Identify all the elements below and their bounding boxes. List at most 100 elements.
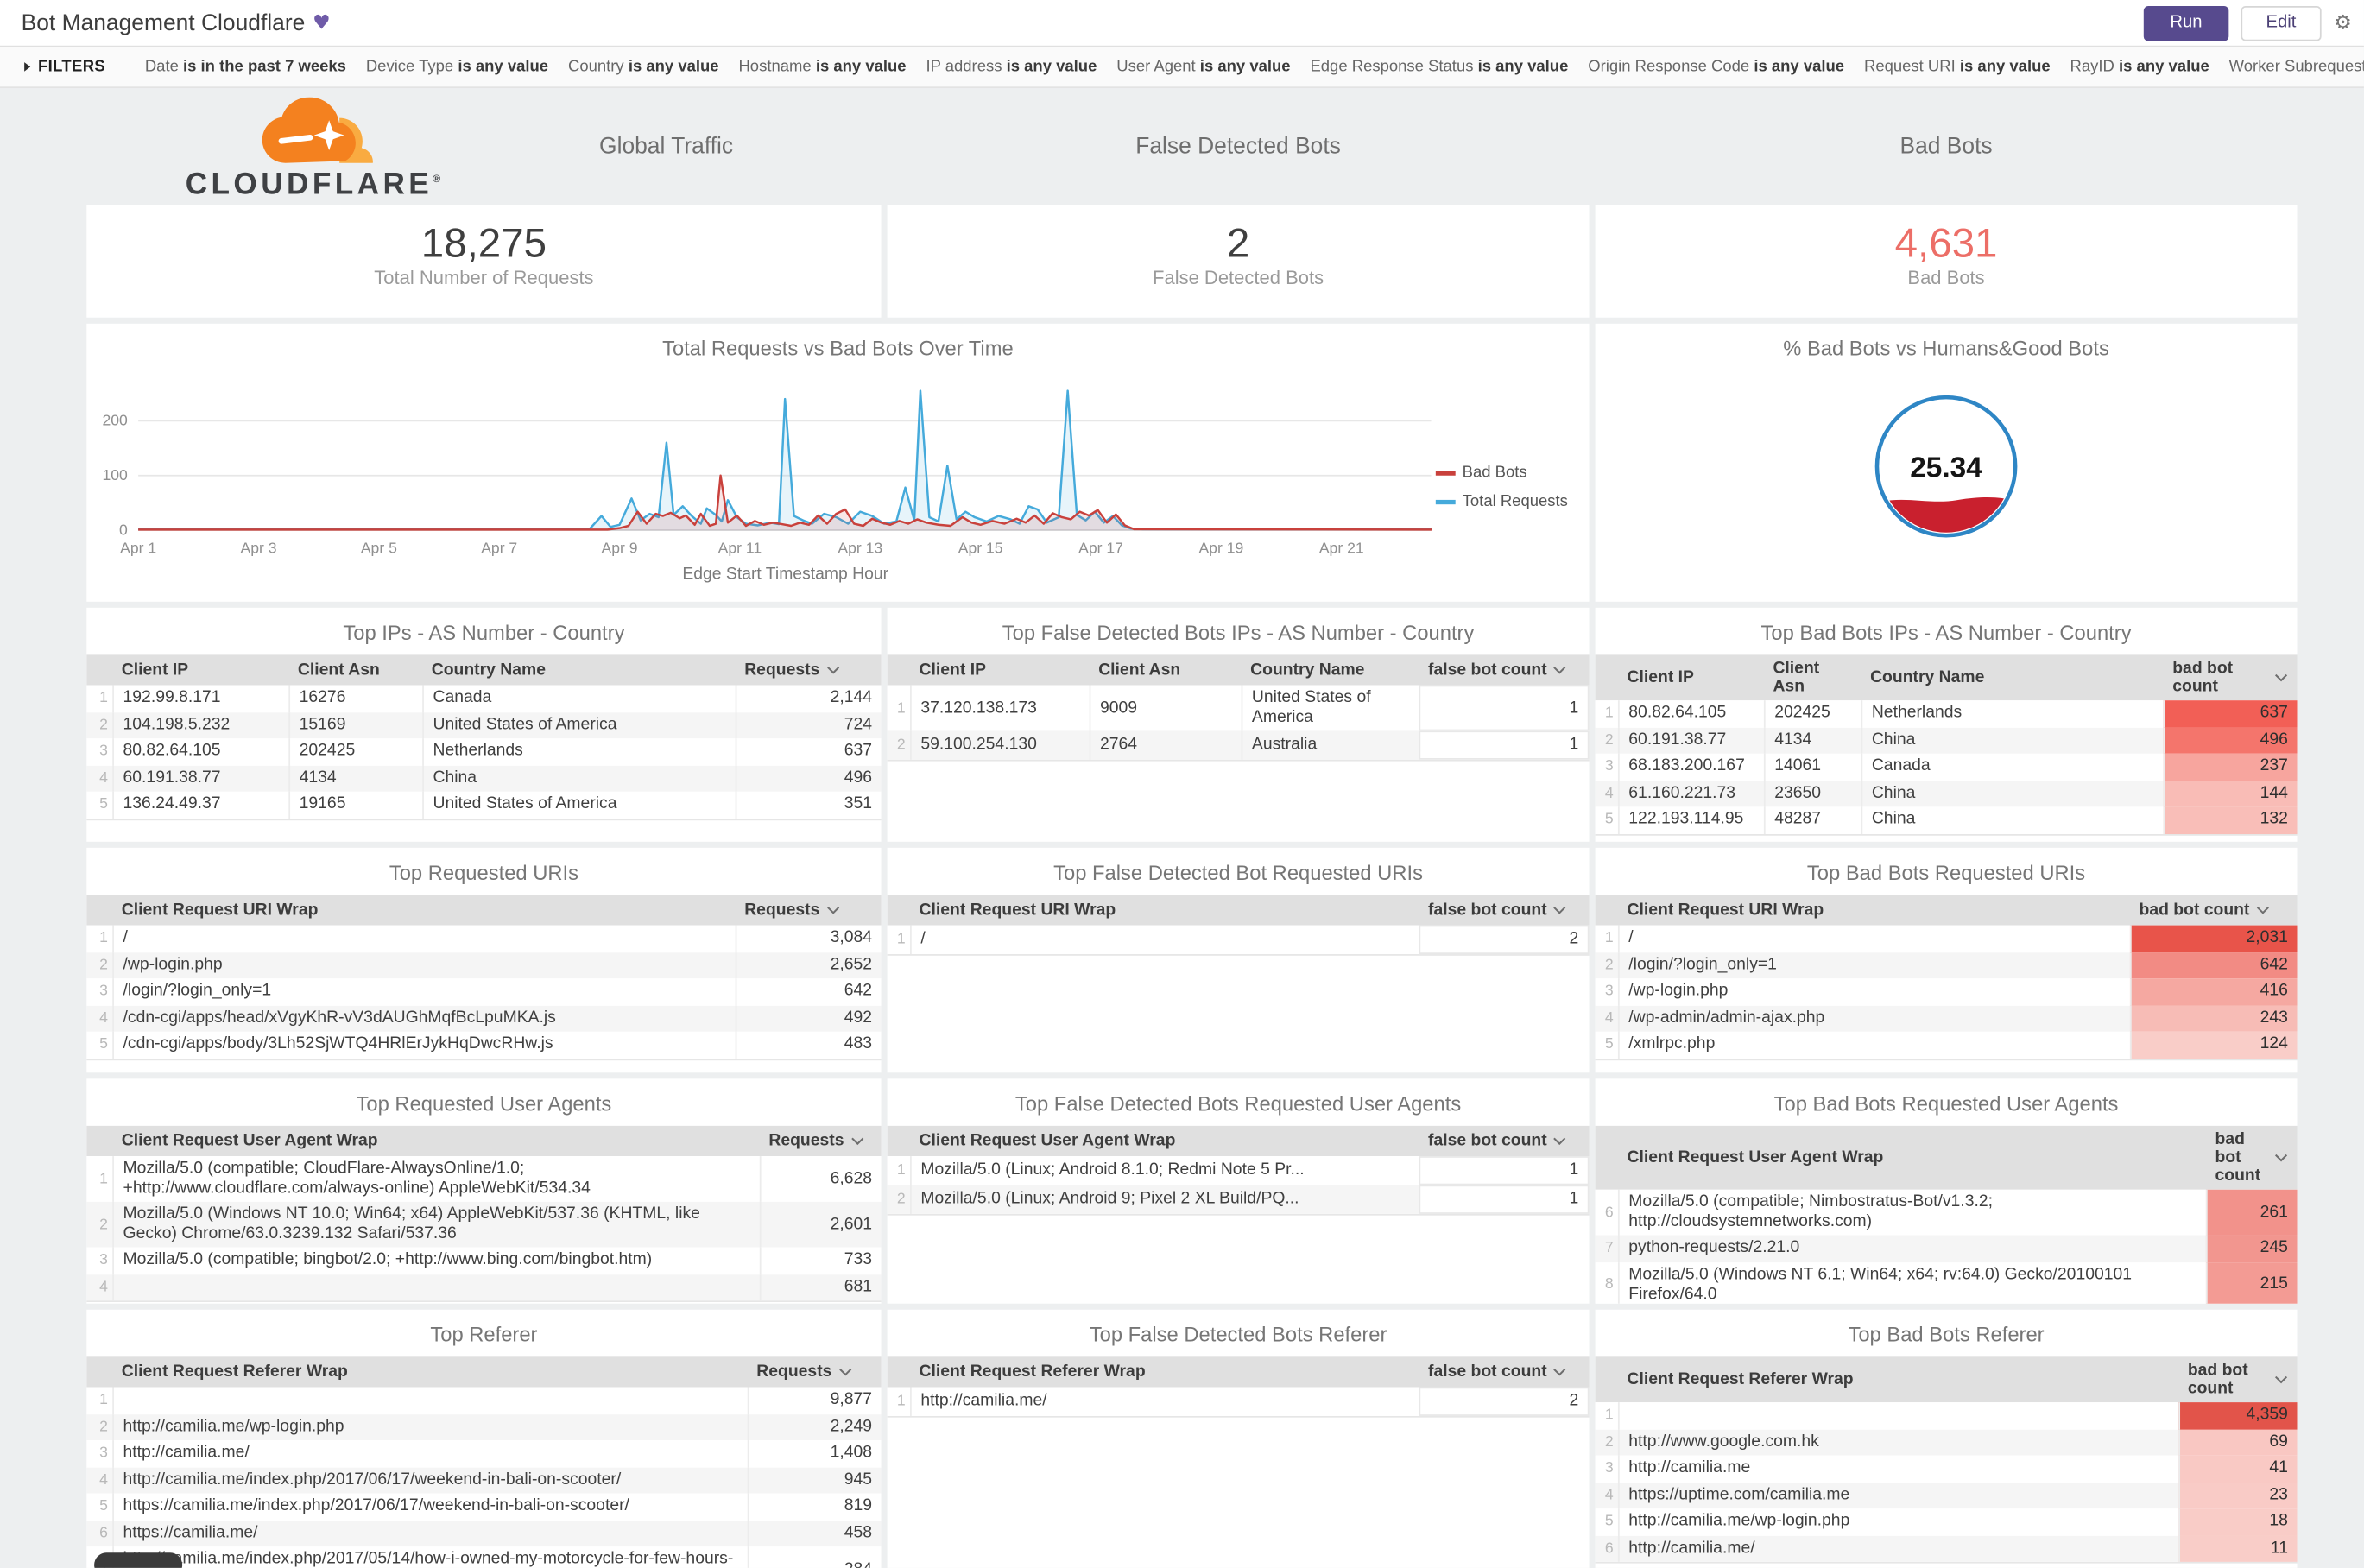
column-header-false-bot-count[interactable]: false bot count (1419, 1128, 1589, 1155)
table-row[interactable]: 5/xmlrpc.php 124 (1595, 1031, 2298, 1059)
column-header-client-request-user-agent-wrap[interactable]: Client Request User Agent Wrap (112, 1128, 760, 1155)
column-header-bad-bot-count[interactable]: bad bot count (2130, 896, 2298, 924)
filter-device-type[interactable]: Device Type is any value (366, 58, 548, 76)
table-row[interactable]: 3 68.183.200.167 14061 Canada 237 (1595, 753, 2298, 781)
table-row[interactable]: 1 4,359 (1595, 1402, 2298, 1429)
table-row[interactable]: 3 http://camilia.me/1,408 (86, 1440, 882, 1467)
table-row[interactable]: 1/2 (887, 925, 1590, 955)
table-row[interactable]: 4 681 (86, 1274, 882, 1301)
table-row[interactable]: 3 80.82.64.105 202425 Netherlands 637 (86, 738, 882, 765)
column-header-bad-bot-count[interactable]: bad bot count (2164, 654, 2298, 700)
table-row[interactable]: 3/login/?login_only=1 642 (86, 978, 882, 1005)
column-header-false-bot-count[interactable]: false bot count (1419, 656, 1589, 684)
scrollbar-thumb[interactable] (94, 1552, 183, 1568)
column-header-country-name[interactable]: Country Name (1242, 656, 1419, 684)
column-header-requests[interactable]: Requests (760, 1128, 882, 1155)
table-row[interactable]: 3 Mozilla/5.0 (compatible; bingbot/2.0; +… (86, 1247, 882, 1274)
gear-icon[interactable]: ⚙ (2334, 11, 2352, 34)
data-cell: 60.191.38.77 (1617, 726, 1764, 754)
table-row[interactable]: 3 http://camilia.me 41 (1595, 1455, 2298, 1483)
table-row[interactable]: 7http://camilia.me/index.php/2017/05/14/… (86, 1546, 882, 1568)
filter-hostname[interactable]: Hostname is any value (738, 58, 906, 76)
column-header-bad-bot-count[interactable]: bad bot count (2178, 1356, 2297, 1402)
filter-rayid[interactable]: RayID is any value (2070, 58, 2209, 76)
table-row[interactable]: 7 python-requests/2.21.0 245 (1595, 1235, 2298, 1262)
filter-field-name: Country (567, 57, 629, 76)
legend-item-bad-bots[interactable]: Bad Bots (1434, 464, 1568, 482)
filter-country[interactable]: Country is any value (568, 58, 719, 76)
table-row[interactable]: 6 http://camilia.me/11 (1595, 1535, 2298, 1562)
table-row[interactable]: 5/cdn-cgi/apps/body/3Lh52SjWTQ4HRlErJykH… (86, 1031, 882, 1059)
table-row[interactable]: 4 61.160.221.73 23650 China 144 (1595, 780, 2298, 807)
column-header-requests[interactable]: Requests (736, 896, 882, 924)
column-header-client-asn[interactable]: Client Asn (1090, 656, 1242, 684)
table-row[interactable]: 2 http://camilia.me/wp-login.php 2,249 (86, 1413, 882, 1441)
table-row[interactable]: 2 Mozilla/5.0 (Linux; Android 9; Pixel 2 … (887, 1185, 1590, 1214)
filter-request-uri[interactable]: Request URI is any value (1864, 58, 2051, 76)
table-row[interactable]: 1 192.99.8.171 16276 Canada 2,144 (86, 685, 882, 712)
filter-ip-address[interactable]: IP address is any value (926, 58, 1097, 76)
table-row[interactable]: 1 Mozilla/5.0 (Linux; Android 8.1.0; Redm… (887, 1156, 1590, 1185)
table-row[interactable]: 4 https://uptime.com/camilia.me 23 (1595, 1482, 2298, 1509)
legend-item-total-requests[interactable]: Total Requests (1434, 492, 1568, 510)
filter-user-agent[interactable]: User Agent is any value (1116, 58, 1290, 76)
table-row[interactable]: 2 59.100.254.130 2764 Australia 1 (887, 730, 1590, 760)
table-row[interactable]: 2 60.191.38.77 4134 China 496 (1595, 726, 2298, 754)
table-row[interactable]: 5 http://camilia.me/wp-login.php 18 (1595, 1508, 2298, 1536)
gauge-title: % Bad Bots vs Humans&Good Bots (1783, 337, 2109, 361)
filters-expand-icon[interactable] (24, 62, 31, 72)
column-header-client-request-uri-wrap[interactable]: Client Request URI Wrap (1618, 896, 2130, 924)
column-header-client-asn[interactable]: Client Asn (288, 656, 422, 684)
filter-date[interactable]: Date is in the past 7 weeks (145, 58, 346, 76)
column-header-false-bot-count[interactable]: false bot count (1419, 1358, 1589, 1386)
column-header-country-name[interactable]: Country Name (422, 656, 735, 684)
column-header-client-ip[interactable]: Client IP (910, 656, 1090, 684)
filter-origin-response-code[interactable]: Origin Response Code is any value (1588, 58, 1844, 76)
table-row[interactable]: 8 Mozilla/5.0 (Windows NT 6.1; Win64; x64… (1595, 1261, 2298, 1304)
table-row[interactable]: 1/3,084 (86, 925, 882, 952)
column-header-requests[interactable]: Requests (748, 1358, 882, 1386)
table-row[interactable]: 2 Mozilla/5.0 (Windows NT 10.0; Win64; x6… (86, 1201, 882, 1248)
table-row[interactable]: 2 104.198.5.232 15169 United States of Amer… (86, 711, 882, 739)
table-row[interactable]: 3/wp-login.php 416 (1595, 978, 2298, 1005)
table-row[interactable]: 4/wp-admin/admin-ajax.php 243 (1595, 1004, 2298, 1032)
table-row[interactable]: 4/cdn-cgi/apps/head/xVgyKhR-vV3dAUGhMqfB… (86, 1004, 882, 1032)
column-header-client-request-uri-wrap[interactable]: Client Request URI Wrap (910, 896, 1419, 924)
edit-button[interactable]: Edit (2240, 5, 2323, 41)
table-row[interactable]: 2/login/?login_only=1 642 (1595, 952, 2298, 979)
table-row[interactable]: 4 http://camilia.me/index.php/2017/06/17/… (86, 1466, 882, 1494)
column-header-client-request-referer-wrap[interactable]: Client Request Referer Wrap (1618, 1366, 2178, 1394)
column-header-client-request-referer-wrap[interactable]: Client Request Referer Wrap (112, 1358, 748, 1386)
table-row[interactable]: 5 136.24.49.37 19165 United States of Ameri… (86, 791, 882, 819)
table-row[interactable]: 2 http://www.google.com.hk 69 (1595, 1428, 2298, 1456)
data-cell: http://camilia.me/ (1617, 1535, 2178, 1562)
column-header-country-name[interactable]: Country Name (1861, 664, 2164, 692)
column-header-client-ip[interactable]: Client IP (112, 656, 288, 684)
table-row[interactable]: 1 http://camilia.me/2 (887, 1387, 1590, 1416)
column-header-client-request-referer-wrap[interactable]: Client Request Referer Wrap (910, 1358, 1419, 1386)
line-chart[interactable]: 0 100 200 Apr 1 Apr 3 Apr 5 Apr 7 Apr 9 Apr 11 Ap… (86, 370, 1454, 583)
table-row[interactable]: 1/2,031 (1595, 925, 2298, 952)
filter-worker-subrequest[interactable]: Worker Subrequest is... (2229, 58, 2364, 76)
table-row[interactable]: 4 60.191.38.77 4134 China 496 (86, 764, 882, 792)
table-row[interactable]: 6 Mozilla/5.0 (compatible; Nimbostratus-B… (1595, 1189, 2298, 1236)
table-row[interactable]: 5 https://camilia.me/index.php/2017/06/17… (86, 1493, 882, 1521)
filter-edge-response-status[interactable]: Edge Response Status is any value (1310, 58, 1568, 76)
column-header-client-request-user-agent-wrap[interactable]: Client Request User Agent Wrap (910, 1128, 1419, 1155)
column-header-bad-bot-count[interactable]: bad bot count (2206, 1126, 2298, 1190)
table-row[interactable]: 5 122.193.114.95 48287 China 132 (1595, 806, 2298, 834)
table-row[interactable]: 1 Mozilla/5.0 (compatible; CloudFlare-Alw… (86, 1156, 882, 1202)
column-header-client-request-user-agent-wrap[interactable]: Client Request User Agent Wrap (1618, 1144, 2206, 1172)
column-header-client-request-uri-wrap[interactable]: Client Request URI Wrap (112, 896, 735, 924)
column-header-client-ip[interactable]: Client IP (1618, 664, 1764, 692)
table-row[interactable]: 1 80.82.64.105 202425 Netherlands 637 (1595, 700, 2298, 727)
table-row[interactable]: 1 37.120.138.173 9009 United States of Amer… (887, 685, 1590, 731)
data-cell: /cdn-cgi/apps/head/xVgyKhR-vV3dAUGhMqfBc… (112, 1004, 735, 1032)
column-header-client-asn[interactable]: Client Asn (1764, 654, 1861, 700)
run-button[interactable]: Run (2144, 5, 2228, 41)
table-row[interactable]: 1 9,877 (86, 1387, 882, 1414)
column-header-requests[interactable]: Requests (736, 656, 882, 684)
table-row[interactable]: 2/wp-login.php 2,652 (86, 952, 882, 979)
column-header-false-bot-count[interactable]: false bot count (1419, 896, 1589, 924)
table-row[interactable]: 6 https://camilia.me/458 (86, 1520, 882, 1547)
